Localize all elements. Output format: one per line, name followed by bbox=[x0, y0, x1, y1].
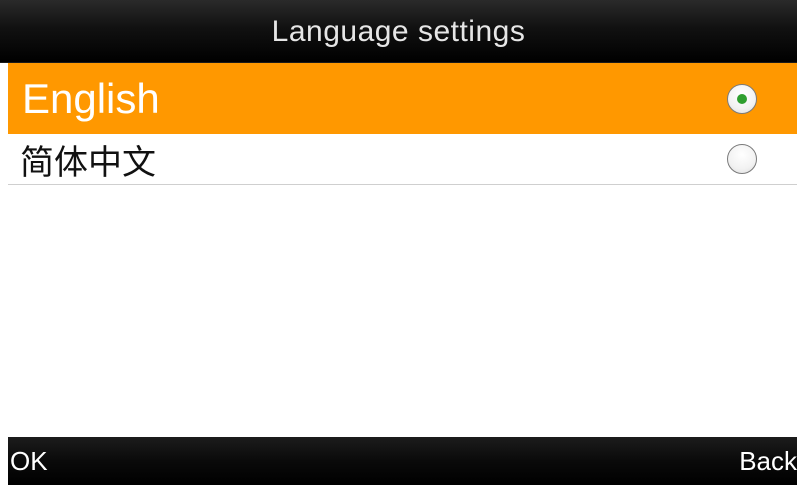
language-settings-screen: Language settings English 简体中文 OK Back bbox=[0, 0, 797, 485]
back-softkey[interactable]: Back bbox=[739, 446, 797, 477]
language-option-simplified-chinese[interactable]: 简体中文 bbox=[8, 134, 797, 185]
language-list: English 简体中文 bbox=[8, 63, 797, 185]
softkey-bar: OK Back bbox=[8, 437, 797, 485]
ok-softkey[interactable]: OK bbox=[10, 446, 48, 477]
title-bar: Language settings bbox=[0, 0, 797, 63]
radio-dot-icon bbox=[737, 93, 747, 104]
language-option-english[interactable]: English bbox=[8, 63, 797, 134]
radio-unselected-icon[interactable] bbox=[727, 144, 757, 174]
language-option-label: 简体中文 bbox=[20, 143, 156, 182]
radio-selected-icon[interactable] bbox=[727, 83, 757, 114]
page-title: Language settings bbox=[271, 15, 526, 48]
language-option-label: English bbox=[22, 74, 160, 122]
